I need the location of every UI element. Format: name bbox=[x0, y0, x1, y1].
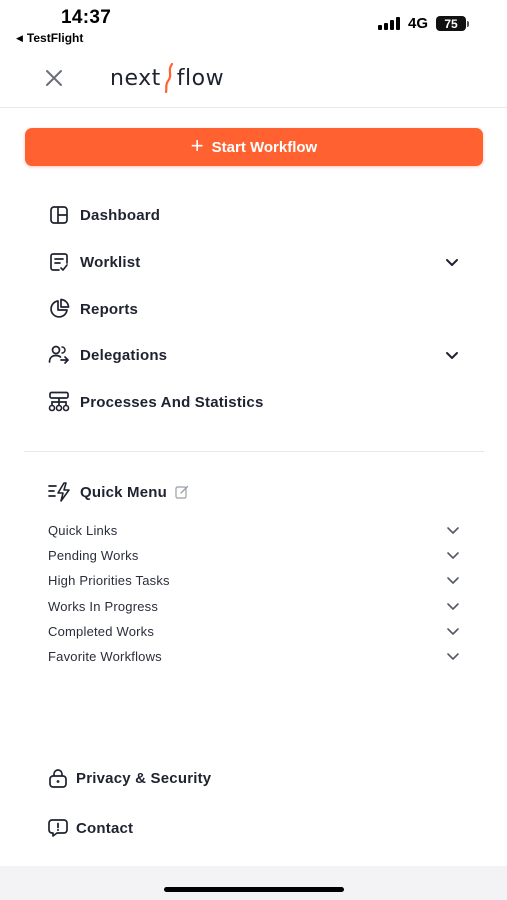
edit-icon[interactable] bbox=[175, 485, 189, 499]
chevron-down-icon[interactable] bbox=[446, 548, 460, 562]
quick-item-high-priorities-tasks[interactable]: High Priorities Tasks bbox=[48, 570, 464, 590]
quick-item-favorite-workflows[interactable]: Favorite Workflows bbox=[48, 646, 464, 666]
nav-label: Delegations bbox=[80, 346, 168, 364]
quick-item-label: Works In Progress bbox=[48, 598, 159, 614]
nav-item-delegations[interactable]: Delegations bbox=[48, 341, 468, 369]
privacy-security-label: Privacy & Security bbox=[76, 769, 212, 787]
nav-item-worklist[interactable]: Worklist bbox=[48, 248, 468, 276]
signal-icon bbox=[377, 17, 400, 30]
nav-item-dashboard[interactable]: Dashboard bbox=[48, 201, 468, 229]
logo-text-right: flow bbox=[176, 65, 225, 91]
section-divider bbox=[24, 451, 484, 452]
quick-menu-header: Quick Menu bbox=[48, 480, 189, 504]
quick-item-completed-works[interactable]: Completed Works bbox=[48, 621, 464, 641]
home-bar-area bbox=[0, 866, 507, 900]
close-button[interactable] bbox=[40, 64, 68, 92]
chevron-down-icon[interactable] bbox=[444, 347, 460, 363]
quick-item-quick-links[interactable]: Quick Links bbox=[48, 520, 464, 540]
lock-icon bbox=[49, 769, 67, 788]
nav-item-reports[interactable]: Reports bbox=[48, 295, 468, 323]
back-app-label: TestFlight bbox=[26, 31, 84, 45]
quick-item-label: Quick Links bbox=[48, 522, 118, 538]
chevron-down-icon[interactable] bbox=[446, 599, 460, 613]
status-indicators: 4G 75 bbox=[377, 15, 469, 32]
status-time: 14:37 bbox=[61, 7, 112, 28]
quick-item-label: High Priorities Tasks bbox=[48, 572, 170, 588]
start-workflow-label: Start Workflow bbox=[211, 138, 318, 156]
alert-chat-icon bbox=[48, 819, 68, 837]
nav-label: Worklist bbox=[80, 253, 141, 271]
nav-label: Dashboard bbox=[80, 206, 161, 224]
back-to-app-link[interactable]: ◀ TestFlight bbox=[16, 31, 83, 45]
dashboard-icon bbox=[48, 204, 70, 226]
privacy-security-link[interactable]: Privacy & Security bbox=[48, 765, 348, 791]
worklist-icon bbox=[48, 251, 70, 273]
quick-item-pending-works[interactable]: Pending Works bbox=[48, 545, 464, 565]
contact-link[interactable]: Contact bbox=[48, 815, 348, 841]
quick-item-label: Pending Works bbox=[48, 547, 139, 563]
chevron-down-icon[interactable] bbox=[446, 624, 460, 638]
logo-flame-icon bbox=[164, 63, 173, 93]
quick-item-label: Favorite Workflows bbox=[48, 648, 162, 664]
home-indicator[interactable] bbox=[164, 887, 344, 892]
battery-level: 75 bbox=[436, 16, 466, 31]
nav-label: Processes And Statistics bbox=[80, 393, 264, 411]
start-workflow-button[interactable]: + Start Workflow bbox=[25, 128, 483, 166]
pie-chart-icon bbox=[48, 298, 70, 320]
delegation-icon bbox=[48, 344, 70, 366]
chevron-down-icon[interactable] bbox=[446, 649, 460, 663]
chevron-down-icon[interactable] bbox=[444, 254, 460, 270]
back-triangle-icon: ◀ bbox=[16, 32, 23, 43]
nav-label: Reports bbox=[80, 300, 139, 318]
quick-menu-icon bbox=[48, 482, 70, 502]
drawer-header: next flow bbox=[0, 48, 507, 108]
quick-menu-title: Quick Menu bbox=[80, 483, 168, 501]
close-icon bbox=[46, 70, 62, 86]
battery-icon: 75 bbox=[436, 16, 469, 31]
chevron-down-icon[interactable] bbox=[446, 573, 460, 587]
quick-item-label: Completed Works bbox=[48, 623, 155, 639]
logo-text-left: next bbox=[110, 65, 161, 91]
chevron-down-icon[interactable] bbox=[446, 523, 460, 537]
contact-label: Contact bbox=[76, 819, 134, 837]
quick-item-works-in-progress[interactable]: Works In Progress bbox=[48, 596, 464, 616]
nextflow-logo: next flow bbox=[110, 63, 224, 93]
network-type: 4G bbox=[407, 15, 428, 32]
navigation-drawer: 14:37 ◀ TestFlight 4G 75 next flow + Sta… bbox=[0, 0, 507, 900]
plus-icon: + bbox=[190, 133, 204, 158]
hierarchy-icon bbox=[48, 391, 70, 413]
nav-item-processes-statistics[interactable]: Processes And Statistics bbox=[48, 388, 468, 416]
status-bar: 14:37 ◀ TestFlight 4G 75 bbox=[0, 0, 507, 48]
